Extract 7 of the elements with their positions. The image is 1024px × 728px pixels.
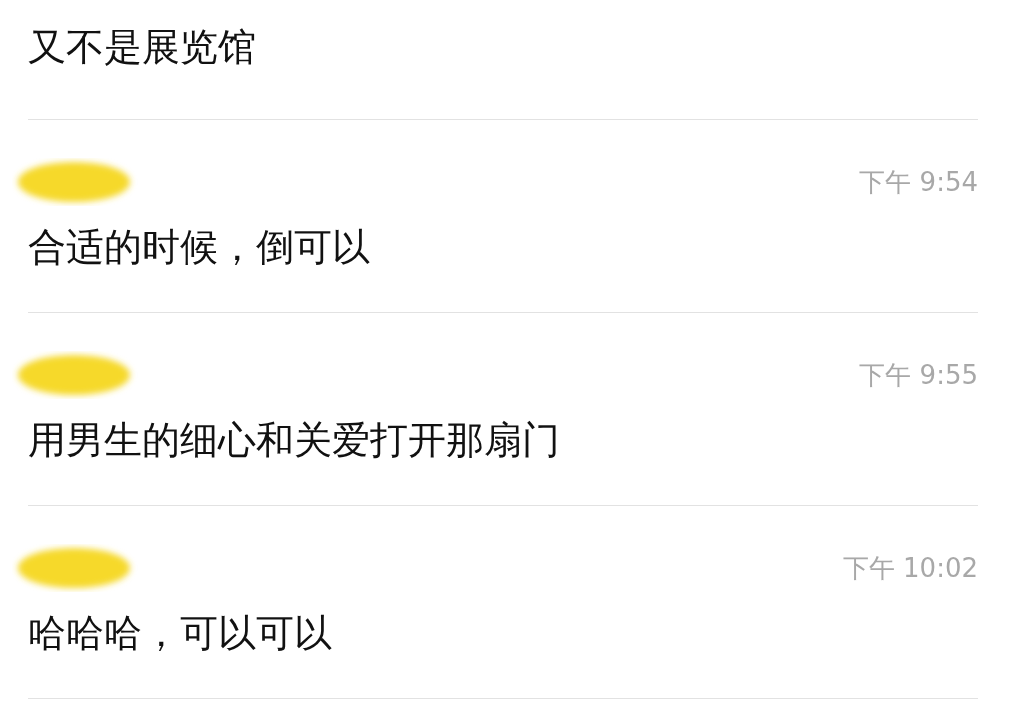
message-text: 又不是展览馆 [28, 24, 257, 71]
message-time: 下午 9:55 [859, 358, 978, 392]
message-text: 合适的时候，倒可以 [28, 224, 371, 271]
message-text: 哈哈哈，可以可以 [28, 610, 333, 657]
message-time: 下午 10:02 [842, 551, 978, 585]
message-text: 用男生的细心和关爱打开那扇门 [28, 417, 561, 464]
message-time: 下午 9:54 [859, 165, 978, 199]
